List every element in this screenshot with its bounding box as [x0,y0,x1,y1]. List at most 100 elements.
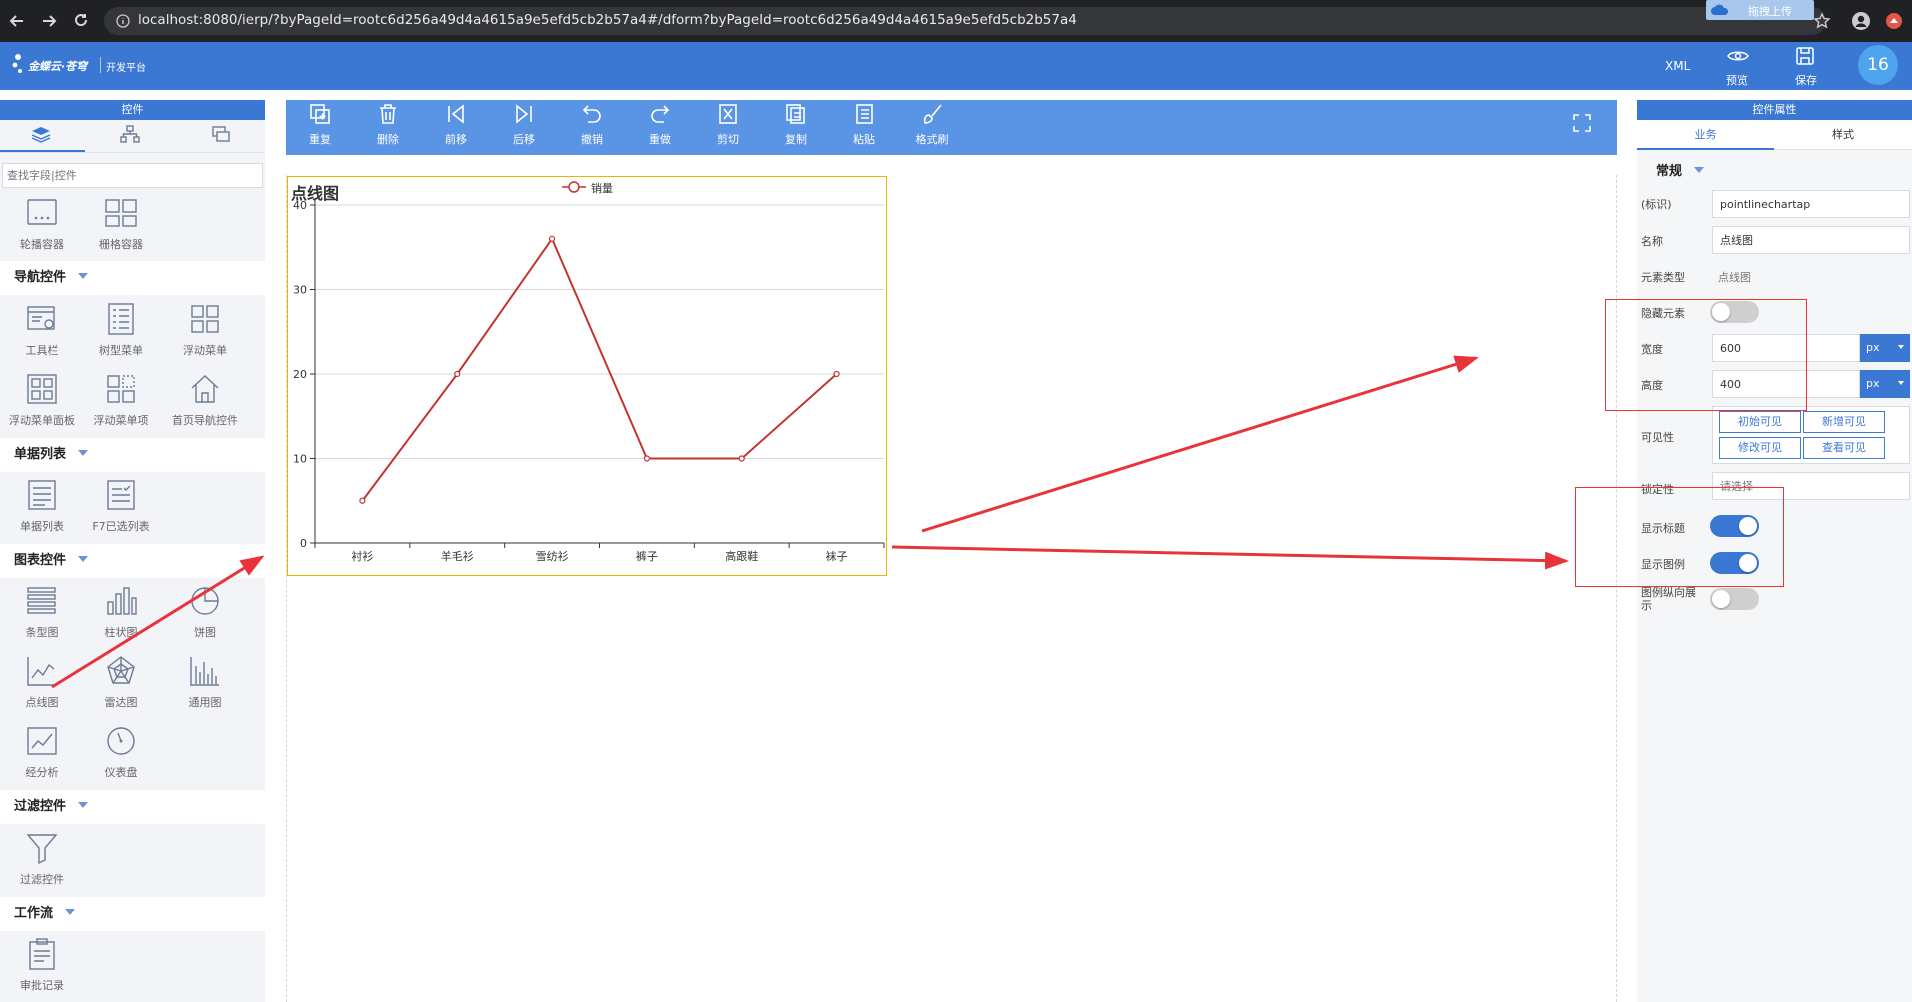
save-button[interactable]: 保存 [1795,72,1817,88]
item-label: 点线图 [25,696,59,709]
visible-init-button[interactable]: 初始可见 [1719,411,1801,433]
visible-view-button[interactable]: 查看可见 [1803,437,1885,459]
chart-widget[interactable]: 点线图 销量 0 10 20 30 40 衬衫 羊毛衫 雪纺衫 裤子 高跟鞋 袜子 [287,176,887,576]
redo-button[interactable]: 重做 [633,103,687,147]
undo-icon [582,105,601,123]
url-text[interactable]: localhost:8080/ierp/?byPageId=rootc6d256… [138,12,1077,28]
width-input[interactable] [1712,334,1860,362]
width-unit-select[interactable]: px [1860,334,1910,362]
section-header[interactable]: 单据列表 [0,438,265,472]
star-icon[interactable] [1813,12,1831,30]
back-icon[interactable] [8,12,26,30]
section-header[interactable]: 工作流 [0,897,265,931]
bill-list-item[interactable]: 单据列表 [0,478,84,544]
group-title: 常规 [1656,164,1683,179]
data-point [359,497,366,504]
collapse-icon[interactable] [78,802,89,808]
visible-edit-button[interactable]: 修改可见 [1719,437,1801,459]
grid-container-item[interactable]: 栅格容器 [79,196,163,262]
save-icon[interactable] [1795,46,1815,66]
field-search-input[interactable] [2,163,263,188]
legend-vertical-toggle[interactable] [1710,588,1759,610]
section-header[interactable]: 过滤控件 [0,790,265,824]
collapse-icon[interactable] [78,273,89,279]
cut-button[interactable]: 剪切 [701,103,755,147]
section-header[interactable]: 图表控件 [0,544,265,578]
height-unit-select[interactable]: px [1860,370,1910,398]
brush-icon [923,104,942,124]
home-nav-item[interactable]: 首页导航控件 [163,372,247,438]
toggle-knob [1712,303,1730,321]
f7-selected-list-item[interactable]: F7已选列表 [79,478,163,544]
tab-style[interactable]: 样式 [1774,120,1912,150]
float-menu-panel-icon [27,374,57,404]
generic-chart-icon [190,657,219,686]
float-menu-panel-item[interactable]: 浮动菜单面板 [0,372,84,438]
eye-icon[interactable] [1726,48,1750,64]
palette-title: 控件 [0,100,265,120]
reload-icon[interactable] [72,12,90,30]
undo-button[interactable]: 撤销 [565,103,619,147]
brand-name: 金蝶云·苍穹 [28,60,88,73]
float-menu-entry-item[interactable]: 浮动菜单项 [79,372,163,438]
approval-record-item[interactable]: 审批记录 [0,937,84,1002]
tree-icon[interactable] [120,125,140,143]
layers-icon[interactable] [30,124,52,144]
collapse-icon[interactable] [65,909,76,915]
pie-chart-item[interactable]: 饼图 [163,584,247,650]
section-header[interactable]: 导航控件 [0,261,265,295]
column-chart-item[interactable]: 柱状图 [79,584,163,650]
paste-button[interactable]: 粘贴 [837,103,891,147]
copy-icon [786,104,805,124]
format-painter-button[interactable]: 格式刷 [905,103,959,147]
tree-menu-item[interactable]: 树型菜单 [79,302,163,368]
fullscreen-icon[interactable] [1572,113,1592,133]
collapse-icon[interactable] [78,556,89,562]
duplicate-button[interactable]: 重复 [293,103,347,147]
data-point [548,235,556,242]
name-input[interactable] [1712,226,1910,254]
delete-button[interactable]: 删除 [361,103,415,147]
gauge-item[interactable]: 仪表盘 [79,724,163,790]
preview-button[interactable]: 预览 [1726,72,1748,88]
id-input[interactable] [1712,190,1910,218]
filter-control-item[interactable]: 过滤控件 [0,831,84,897]
height-input[interactable] [1712,370,1860,398]
radar-chart-item[interactable]: 雷达图 [79,654,163,720]
forward-icon[interactable] [40,12,58,30]
generic-chart-item[interactable]: 通用图 [163,654,247,720]
show-title-label: 显示标题 [1641,522,1685,535]
x-tick-label: 裤子 [636,549,658,563]
strip-chart-item[interactable]: 条型图 [0,584,84,650]
visible-new-button[interactable]: 新增可见 [1803,411,1885,433]
group-header[interactable]: 常规 [1656,160,1705,179]
scissors-icon [719,104,737,124]
visibility-label: 可见性 [1641,431,1674,444]
collapse-icon[interactable] [78,450,89,456]
carousel-container-item[interactable]: 轮播容器 [0,196,84,262]
analysis-chart-item[interactable]: 经分析 [0,724,84,790]
show-title-toggle[interactable] [1710,515,1759,537]
point-line-chart-item[interactable]: 点线图 [0,654,84,720]
toolbar-item[interactable]: 工具栏 [0,302,84,368]
copy-button[interactable]: 复制 [769,103,823,147]
avatar[interactable]: 16 [1858,45,1898,85]
lock-select[interactable] [1712,472,1910,500]
xml-button[interactable]: XML [1665,59,1690,73]
float-menu-item[interactable]: 浮动菜单 [163,302,247,368]
extension-icon[interactable] [1885,12,1903,30]
move-forward-button[interactable]: 前移 [429,103,483,147]
dropdown-icon [1898,345,1904,349]
trash-icon [380,104,396,124]
move-back-button[interactable]: 后移 [497,103,551,147]
hide-element-toggle[interactable] [1710,301,1759,323]
tab-business[interactable]: 业务 [1637,120,1774,150]
info-icon[interactable] [116,14,130,28]
skip-forward-icon [516,104,532,124]
upload-button[interactable]: 拖拽上传 [1706,0,1814,20]
collapse-icon[interactable] [1694,167,1705,173]
logo-icon [12,54,22,73]
copy-panel-icon[interactable] [211,125,231,143]
show-legend-toggle[interactable] [1710,552,1759,574]
profile-icon[interactable] [1851,11,1871,31]
